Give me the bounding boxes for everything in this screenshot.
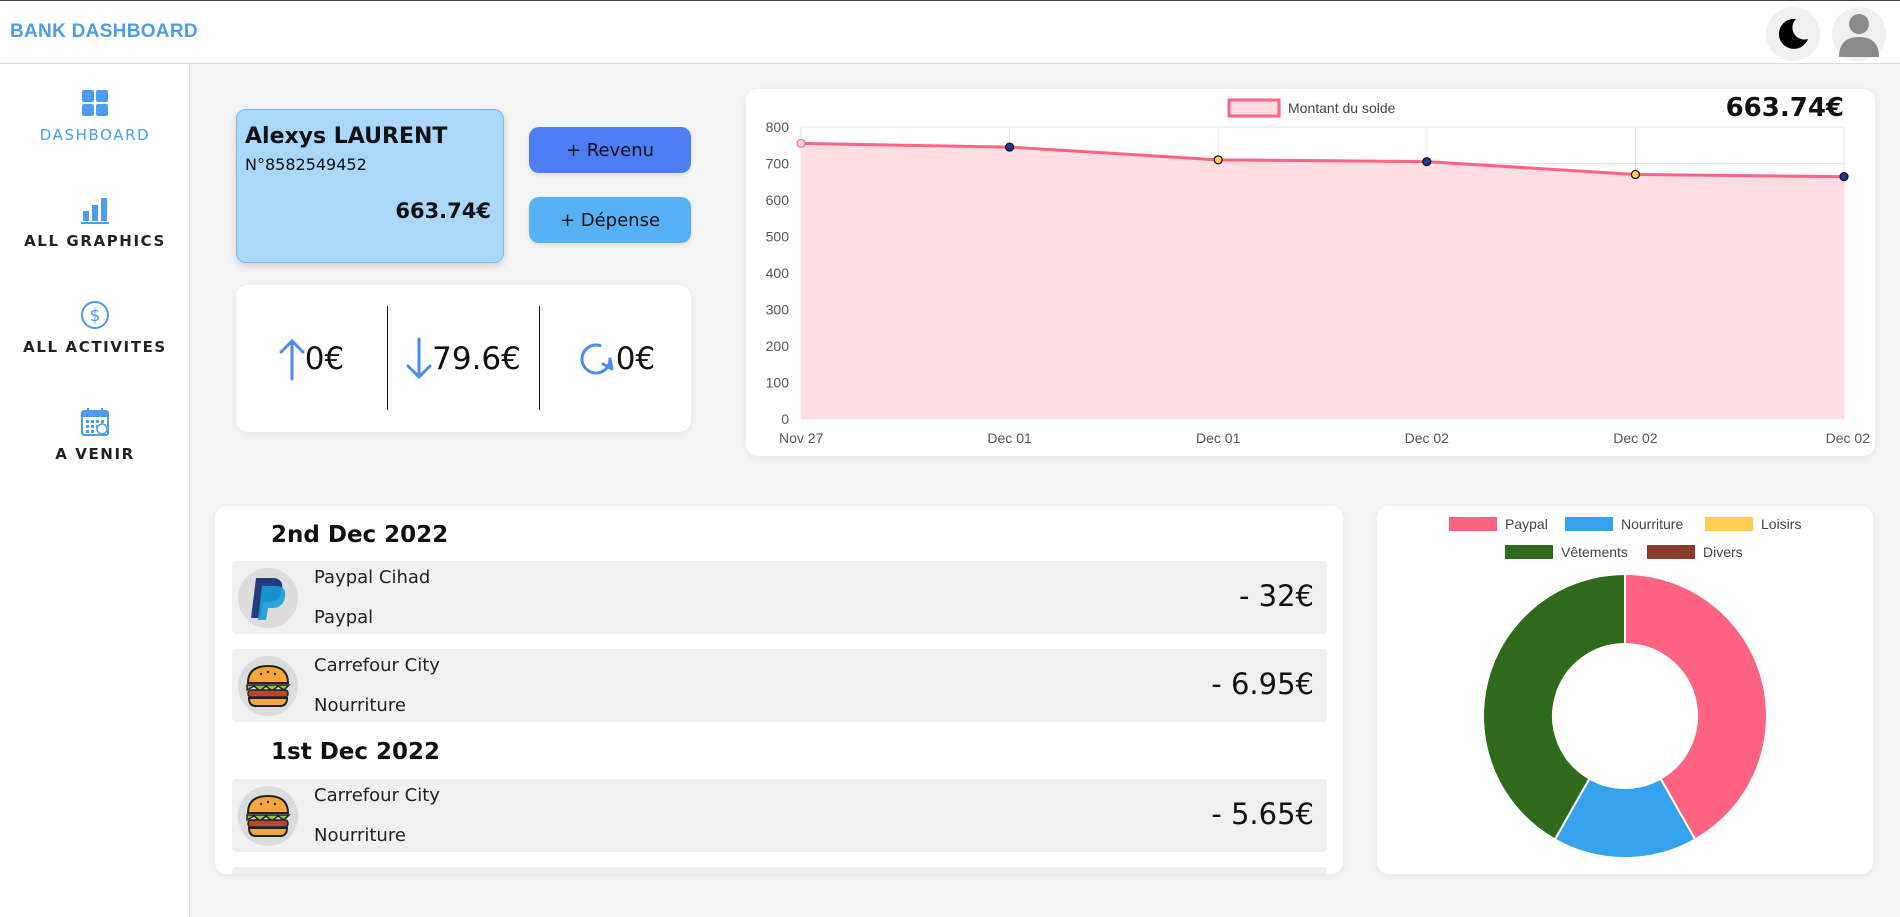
x-tick-label: Nov 27 [779, 430, 824, 446]
account-number: N°8582549452 [245, 155, 367, 174]
legend-swatch [1227, 98, 1281, 118]
x-tick-label: Dec 02 [1405, 430, 1450, 446]
transaction-name: Paypal Cihad [314, 567, 431, 588]
stat-income-value: 0€ [304, 340, 345, 377]
transaction-row[interactable]: Carrefour City Nourriture - 6.95€ [232, 649, 1327, 722]
svg-text:$: $ [90, 306, 101, 326]
x-tick-label: Dec 01 [987, 430, 1032, 446]
calendar-icon [81, 408, 109, 436]
transaction-row-partial[interactable] [232, 867, 1327, 874]
legend-swatch [1505, 545, 1553, 559]
legend-label: Vêtements [1561, 544, 1628, 560]
y-tick-label: 200 [766, 338, 790, 354]
category-donut-chart[interactable]: Paypal Nourriture Loisirs Vêtements Divers [1377, 506, 1873, 874]
data-point [1630, 169, 1641, 180]
data-point [796, 138, 806, 149]
sidebar-item-all-activites[interactable]: $ ALL ACTIVITES [0, 300, 190, 357]
transaction-group-date: 1st Dec 2022 [271, 739, 441, 765]
brand-title[interactable]: BANK DASHBOARD [10, 21, 198, 43]
transactions-card: 2nd Dec 2022 Paypal Cihad Paypal - 32€ C… [215, 506, 1343, 874]
sidebar-item-label: ALL ACTIVITES [23, 338, 167, 356]
user-icon [1839, 14, 1879, 57]
x-tick-label: Dec 02 [1826, 430, 1871, 446]
transaction-row[interactable]: Paypal Cihad Paypal - 32€ [232, 561, 1327, 634]
transaction-row[interactable]: Carrefour City Nourriture - 5.65€ [232, 779, 1327, 852]
legend-swatch [1705, 517, 1753, 531]
legend-swatch [1647, 545, 1695, 559]
data-point [1839, 172, 1849, 182]
x-tick-label: Dec 01 [1196, 430, 1241, 446]
transaction-name: Carrefour City [314, 785, 440, 806]
y-tick-label: 800 [766, 119, 790, 135]
add-income-button[interactable]: + Revenu [529, 127, 691, 173]
top-bar: BANK DASHBOARD [0, 0, 1900, 64]
balance-chart-card: 663.74€ 0 100 200 300 400 500 600 700 800 Nov 27 D… [746, 89, 1875, 456]
y-tick-label: 600 [766, 192, 790, 208]
transaction-amount: - 6.95€ [1211, 667, 1314, 701]
stats-card: 0€ 79.6€ 0€ [236, 285, 691, 432]
transaction-amount: - 5.65€ [1211, 797, 1314, 831]
line-area [801, 143, 1844, 420]
account-card: Alexys LAURENT N°8582549452 663.74€ [236, 109, 504, 263]
y-tick-label: 300 [766, 302, 790, 318]
legend-label: Paypal [1505, 516, 1548, 532]
refresh-icon [580, 343, 614, 374]
data-point [1422, 157, 1432, 167]
transaction-name: Carrefour City [314, 655, 440, 676]
sidebar-item-label: A VENIR [55, 445, 135, 463]
burger-icon [238, 656, 298, 716]
legend-swatch [1565, 517, 1613, 531]
dollar-icon: $ [81, 301, 109, 329]
arrow-down-icon [406, 337, 432, 379]
burger-icon [238, 786, 298, 846]
arrow-up-icon [279, 338, 305, 380]
sidebar: DASHBOARD ALL GRAPHICS $ ALL ACTIVITES A… [0, 64, 190, 917]
dashboard-icon [82, 90, 108, 116]
legend-label: Loisirs [1761, 516, 1801, 532]
transaction-category: Paypal [314, 607, 374, 628]
bar-chart-icon [81, 198, 109, 224]
data-point [1005, 142, 1015, 152]
stat-income: 0€ [236, 285, 387, 432]
theme-toggle-button[interactable] [1766, 7, 1820, 61]
y-tick-label: 100 [766, 375, 790, 391]
paypal-icon [238, 568, 298, 628]
sidebar-item-a-venir[interactable]: A VENIR [0, 407, 190, 464]
sidebar-item-label: DASHBOARD [39, 126, 151, 144]
transaction-amount: - 32€ [1238, 579, 1314, 613]
transaction-group-date: 2nd Dec 2022 [271, 522, 449, 548]
moon-icon [1778, 18, 1808, 49]
profile-button[interactable] [1832, 7, 1886, 61]
category-chart-card: Paypal Nourriture Loisirs Vêtements Divers [1377, 506, 1873, 874]
transaction-category: Nourriture [314, 825, 406, 846]
legend-label: Nourriture [1621, 516, 1683, 532]
sidebar-item-label: ALL GRAPHICS [24, 232, 166, 250]
add-expense-button[interactable]: + Dépense [529, 197, 691, 243]
stat-expense-value: 79.6€ [432, 340, 521, 377]
stat-expense: 79.6€ [388, 285, 539, 432]
y-tick-label: 400 [766, 265, 790, 281]
stat-recurring: 0€ [540, 285, 691, 432]
legend-label: Montant du solde [1288, 100, 1396, 116]
balance-line-chart[interactable]: 0 100 200 300 400 500 600 700 800 Nov 27 Dec 01 Dec… [746, 89, 1875, 456]
sidebar-item-all-graphics[interactable]: ALL GRAPHICS [0, 194, 190, 251]
legend-swatch [1449, 517, 1497, 531]
account-holder-name: Alexys LAURENT [245, 124, 448, 149]
stat-recurring-value: 0€ [615, 340, 656, 377]
y-tick-label: 0 [781, 411, 789, 427]
y-tick-label: 500 [766, 229, 790, 245]
data-point [1213, 155, 1223, 165]
sidebar-item-dashboard[interactable]: DASHBOARD [0, 88, 190, 145]
legend-label: Divers [1703, 544, 1743, 560]
transaction-category: Nourriture [314, 695, 406, 716]
x-tick-label: Dec 02 [1613, 430, 1658, 446]
y-tick-label: 700 [766, 156, 790, 172]
account-balance: 663.74€ [395, 199, 491, 223]
